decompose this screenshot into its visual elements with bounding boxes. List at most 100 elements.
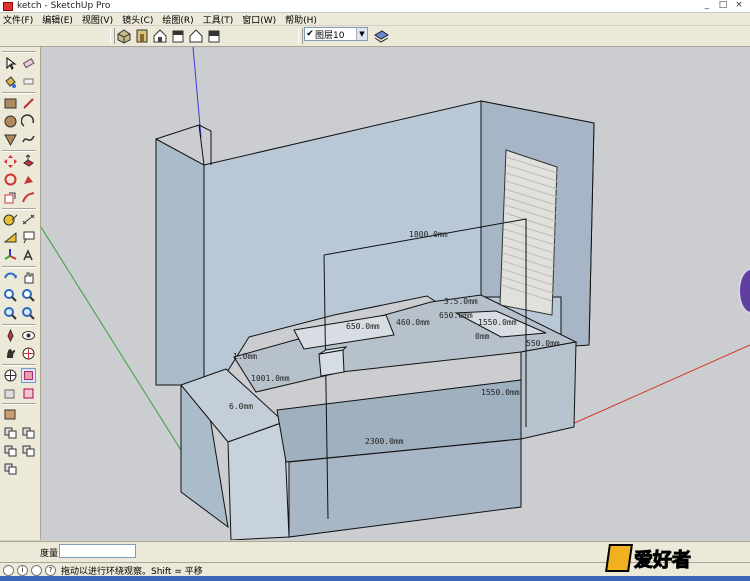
title-bar: ketch - SketchUp Pro _ □ × (0, 0, 750, 13)
watermark-logo: 爱好者 (605, 540, 750, 576)
pan-icon[interactable] (21, 270, 36, 285)
axes-icon[interactable] (3, 248, 18, 263)
iso-view-icon[interactable] (116, 28, 132, 44)
geo-location-icon[interactable] (3, 564, 14, 576)
position-camera-icon[interactable] (3, 328, 18, 343)
scenes-icon[interactable] (3, 461, 18, 476)
palette-separator (2, 324, 36, 326)
right-view-icon[interactable] (170, 28, 186, 44)
palette-separator (2, 403, 36, 405)
dimension-label: 0mm (475, 332, 490, 341)
follow-me-icon[interactable] (21, 172, 36, 187)
palette-separator (2, 51, 36, 53)
look-around-icon[interactable] (3, 346, 18, 361)
minimize-button[interactable]: _ (700, 0, 714, 10)
back-view-icon[interactable] (188, 28, 204, 44)
move-icon[interactable] (3, 154, 18, 169)
match-photo-icon[interactable] (21, 425, 36, 440)
close-button[interactable]: × (732, 0, 746, 10)
menu-help[interactable]: 帮助(H) (285, 13, 317, 26)
menu-window[interactable]: 窗口(W) (242, 13, 276, 26)
dimension-label: 650.0mm (439, 311, 473, 320)
dimension-label: 1800.0mm (409, 230, 448, 239)
small-box (318, 349, 345, 377)
top-view-icon[interactable] (134, 28, 150, 44)
section-plane-icon[interactable] (21, 346, 36, 361)
menu-camera[interactable]: 镜头(C) (122, 13, 153, 26)
palette-separator (2, 364, 36, 366)
chevron-down-icon[interactable]: ▼ (356, 28, 367, 40)
maximize-button[interactable]: □ (716, 0, 730, 10)
polygon-icon[interactable] (3, 132, 18, 147)
model-viewport[interactable]: 1800.0mm 650.0mm 460.0mm 650.0mm 1550.0m… (41, 47, 750, 540)
walk-icon[interactable] (21, 328, 36, 343)
zoom-icon[interactable] (3, 288, 18, 303)
taskbar (0, 576, 750, 581)
toolbar-grip[interactable] (298, 28, 303, 44)
rotate-icon[interactable] (3, 172, 18, 187)
eraser-icon[interactable] (21, 56, 36, 71)
help-icon[interactable]: ? (45, 564, 56, 576)
left-view-icon[interactable] (206, 28, 222, 44)
menu-file[interactable]: 文件(F) (3, 13, 33, 26)
offset-icon[interactable] (21, 190, 36, 205)
toolbar-grip[interactable] (110, 28, 115, 44)
check-icon: ✔ (306, 29, 314, 39)
dimension-label: 2300.0mm (365, 437, 404, 446)
outliner-icon[interactable] (3, 443, 18, 458)
measurement-label: 度量 (40, 549, 59, 559)
model-canvas[interactable]: 1800.0mm 650.0mm 460.0mm 650.0mm 1550.0m… (41, 47, 750, 540)
credits-icon[interactable]: i (17, 564, 28, 576)
text-icon[interactable] (21, 230, 36, 245)
component-icon[interactable] (21, 368, 36, 383)
dimension-label: 1550.0mm (481, 388, 520, 397)
zoom-window-icon[interactable] (21, 288, 36, 303)
circle-icon[interactable] (3, 114, 18, 129)
sandbox-icon[interactable] (3, 368, 18, 383)
dimension-label: 1550.0mm (478, 318, 517, 327)
fog-icon[interactable] (3, 425, 18, 440)
orbit-icon[interactable] (3, 270, 18, 285)
dimension-label: 6.0mm (229, 402, 253, 411)
window-controls: _ □ × (700, 0, 746, 10)
menu-draw[interactable]: 绘图(R) (162, 13, 193, 26)
watermark-icon (605, 544, 633, 572)
dimension-icon[interactable] (21, 212, 36, 227)
eraser-alt-icon[interactable] (21, 74, 36, 89)
status-text: 拖动以进行环绕观察。Shift = 平移 (61, 566, 203, 577)
palette-separator (2, 150, 36, 152)
layer-manager-icon[interactable] (373, 28, 389, 44)
blue-axis (192, 47, 202, 138)
tape-measure-icon[interactable] (3, 212, 18, 227)
scale-icon[interactable] (3, 190, 18, 205)
front-view-icon[interactable] (152, 28, 168, 44)
arc-icon[interactable] (21, 114, 36, 129)
menu-edit[interactable]: 编辑(E) (42, 13, 73, 26)
rectangle-icon[interactable] (3, 96, 18, 111)
style-icon[interactable] (21, 386, 36, 401)
dimension-label: 650.0mm (346, 322, 380, 331)
protractor-icon[interactable] (3, 230, 18, 245)
window-blind (499, 149, 558, 316)
red-axis (560, 344, 750, 430)
shadow-icon[interactable] (3, 407, 18, 422)
freehand-icon[interactable] (21, 132, 36, 147)
components-browser-icon[interactable] (21, 443, 36, 458)
layer-icon[interactable] (3, 386, 18, 401)
layer-select[interactable]: ✔ 图层10 ▼ (304, 27, 368, 41)
select-icon[interactable] (3, 56, 18, 71)
menu-view[interactable]: 视图(V) (82, 13, 113, 26)
views-toolbar (0, 26, 750, 47)
push-pull-icon[interactable] (21, 154, 36, 169)
user-icon[interactable] (31, 564, 42, 576)
sketchup-app-icon (3, 1, 13, 11)
dimension-label: 460.0mm (396, 318, 430, 327)
line-icon[interactable] (21, 96, 36, 111)
3d-text-icon[interactable] (21, 248, 36, 263)
previous-icon[interactable] (3, 306, 18, 321)
menu-tools[interactable]: 工具(T) (203, 13, 234, 26)
paint-bucket-icon[interactable] (3, 74, 18, 89)
measurement-input[interactable] (59, 544, 136, 558)
right-cabinet (520, 341, 577, 440)
zoom-extents-icon[interactable] (21, 306, 36, 321)
